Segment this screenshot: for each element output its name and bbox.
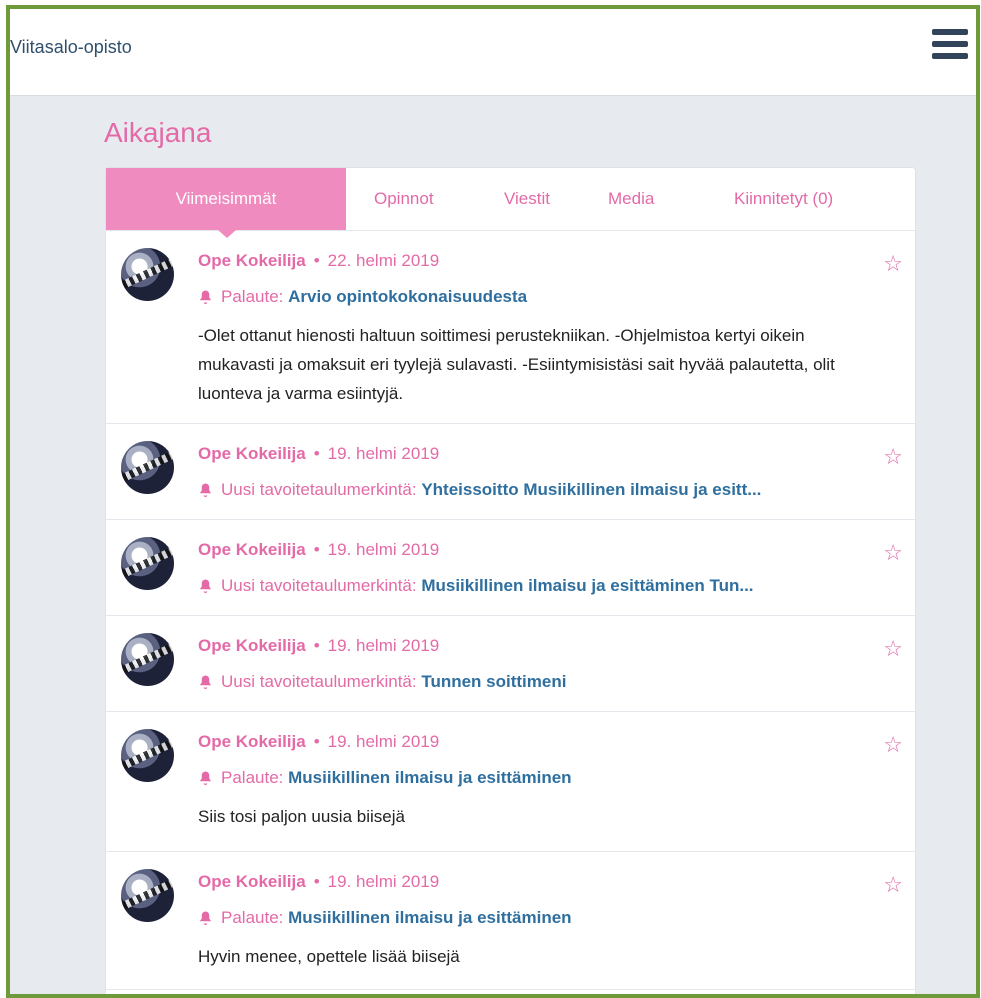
top-navigation: Viitasalo-opisto <box>10 9 976 96</box>
star-icon[interactable]: ☆ <box>883 251 903 277</box>
tab-viimeisimmat[interactable]: Viimeisimmät <box>106 168 346 238</box>
item-date: 19. helmi 2019 <box>327 540 440 559</box>
type-label: Palaute: <box>221 287 284 306</box>
bell-icon <box>200 579 211 593</box>
item-meta: Ope Kokeilija • 22. helmi 2019 <box>198 251 440 270</box>
item-body: -Olet ottanut hienosti haltuun soittimes… <box>198 326 835 403</box>
tab-media[interactable]: Media <box>608 168 654 230</box>
item-body: Siis tosi paljon uusia biisejä <box>198 807 405 826</box>
avatar <box>121 248 174 301</box>
bell-icon <box>200 675 211 689</box>
timeline-item: Ope Kokeilija • 19. helmi 2019 ☆ Uusi tavo… <box>106 424 915 520</box>
item-type: Uusi tavoitetaulumerkintä: Yhteissoitto … <box>198 480 908 500</box>
bell-icon <box>200 290 211 304</box>
item-type: Uusi tavoitetaulumerkintä: Musiikillinen… <box>198 576 908 596</box>
site-brand[interactable]: Viitasalo-opisto <box>10 37 132 58</box>
item-date: 19. helmi 2019 <box>327 732 440 751</box>
author-name[interactable]: Ope Kokeilija <box>198 732 306 751</box>
timeline-item: Ope Kokeilija • 22. helmi 2019 ☆ Palaute: … <box>106 231 915 424</box>
type-label: Uusi tavoitetaulumerkintä: <box>221 576 417 595</box>
item-meta: Ope Kokeilija • 19. helmi 2019 <box>198 732 440 751</box>
item-meta: Ope Kokeilija • 19. helmi 2019 <box>198 636 440 655</box>
item-type: Uusi tavoitetaulumerkintä: Tunnen soitti… <box>198 672 908 692</box>
item-body: Hyvin menee, opettele lisää biisejä <box>198 947 460 966</box>
tab-viestit[interactable]: Viestit <box>504 168 550 230</box>
item-date: 19. helmi 2019 <box>327 636 440 655</box>
star-icon[interactable]: ☆ <box>883 540 903 566</box>
timeline-item: Ope Kokeilija • 19. helmi 2019 ☆ Uusi tavo… <box>106 520 915 616</box>
item-meta: Ope Kokeilija • 19. helmi 2019 <box>198 444 440 463</box>
tab-kiinnitetyt[interactable]: Kiinnitetyt (0) <box>734 168 833 230</box>
star-icon[interactable]: ☆ <box>883 732 903 758</box>
star-icon[interactable]: ☆ <box>883 636 903 662</box>
type-label: Palaute: <box>221 768 284 787</box>
avatar <box>121 869 174 922</box>
item-date: 19. helmi 2019 <box>327 872 440 891</box>
author-name[interactable]: Ope Kokeilija <box>198 444 306 463</box>
item-date: 22. helmi 2019 <box>327 251 440 270</box>
bell-icon <box>200 483 211 497</box>
type-label: Uusi tavoitetaulumerkintä: <box>221 672 417 691</box>
subject-link[interactable]: Arvio opintokokonaisuudesta <box>288 287 527 306</box>
hamburger-menu-icon[interactable] <box>932 29 968 63</box>
author-name[interactable]: Ope Kokeilija <box>198 540 306 559</box>
bell-icon <box>200 911 211 925</box>
timeline-card: Viimeisimmät Opinnot Viestit Media Kiinn… <box>105 167 916 994</box>
avatar <box>121 633 174 686</box>
type-label: Palaute: <box>221 908 284 927</box>
bell-icon <box>200 771 211 785</box>
item-type: Palaute: Arvio opintokokonaisuudesta <box>198 287 908 307</box>
timeline-item: Ope Kokeilija • 19. helmi 2019 ☆ Palaute: … <box>106 712 915 852</box>
avatar <box>121 441 174 494</box>
timeline-tabs: Viimeisimmät Opinnot Viestit Media Kiinn… <box>106 168 915 238</box>
star-icon[interactable]: ☆ <box>883 872 903 898</box>
subject-link[interactable]: Musiikillinen ilmaisu ja esittäminen Tun… <box>421 576 753 595</box>
tab-opinnot[interactable]: Opinnot <box>374 168 434 230</box>
type-label: Uusi tavoitetaulumerkintä: <box>221 480 417 499</box>
author-name[interactable]: Ope Kokeilija <box>198 636 306 655</box>
subject-link[interactable]: Musiikillinen ilmaisu ja esittäminen <box>288 908 571 927</box>
item-type: Palaute: Musiikillinen ilmaisu ja esittä… <box>198 768 908 788</box>
avatar <box>121 537 174 590</box>
item-date: 19. helmi 2019 <box>327 444 440 463</box>
author-name[interactable]: Ope Kokeilija <box>198 872 306 891</box>
star-icon[interactable]: ☆ <box>883 444 903 470</box>
item-meta: Ope Kokeilija • 19. helmi 2019 <box>198 872 440 891</box>
timeline-item: Ope Kokeilija • 19. helmi 2019 ☆ Uusi tavo… <box>106 616 915 712</box>
subject-link[interactable]: Yhteissoitto Musiikillinen ilmaisu ja es… <box>421 480 761 499</box>
subject-link[interactable]: Tunnen soittimeni <box>421 672 566 691</box>
item-meta: Ope Kokeilija • 19. helmi 2019 <box>198 540 440 559</box>
subject-link[interactable]: Musiikillinen ilmaisu ja esittäminen <box>288 768 571 787</box>
avatar <box>121 729 174 782</box>
page-title: Aikajana <box>104 117 212 148</box>
timeline-item: Ope Kokeilija • 19. helmi 2019 ☆ Palaute: … <box>106 852 915 990</box>
app-frame: Viitasalo-opisto Aikajana Viimeisimmät O… <box>6 5 980 998</box>
author-name[interactable]: Ope Kokeilija <box>198 251 306 270</box>
item-type: Palaute: Musiikillinen ilmaisu ja esittä… <box>198 908 908 928</box>
